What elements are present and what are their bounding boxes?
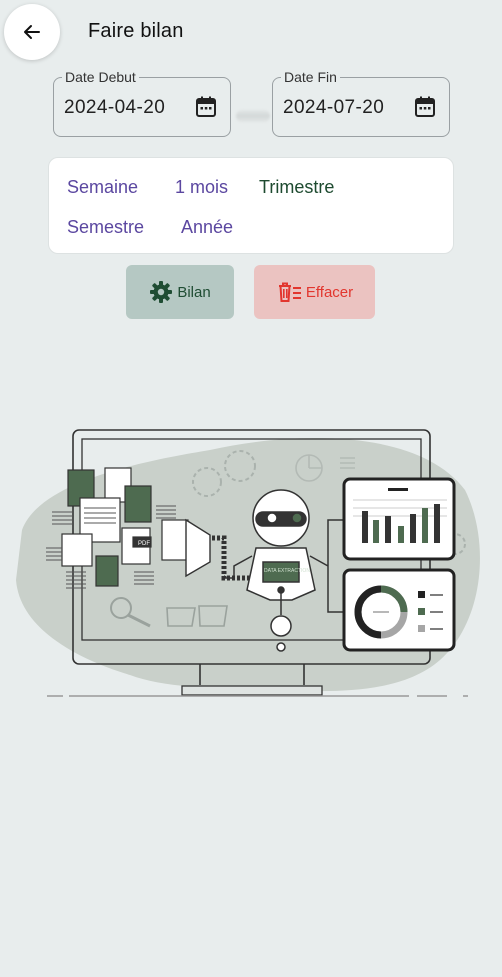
pdf-label: PDF: [138, 541, 150, 547]
gear-icon: [150, 281, 173, 303]
date-range-connector: [236, 110, 270, 122]
effacer-button[interactable]: Effacer: [254, 265, 375, 319]
bilan-button-label: Bilan: [177, 283, 211, 301]
date-start-field[interactable]: Date Debut 2024-04-20: [53, 69, 231, 137]
page-title: Faire bilan: [88, 20, 184, 42]
calendar-icon[interactable]: [194, 95, 218, 119]
period-option-1-mois[interactable]: 1 mois: [175, 177, 228, 198]
arrow-left-icon: [24, 25, 40, 39]
monitor-base: [181, 685, 323, 696]
period-option-semaine[interactable]: Semaine: [67, 177, 138, 198]
back-button[interactable]: [4, 4, 60, 60]
date-start-label: Date Debut: [62, 69, 139, 85]
period-option-trimestre[interactable]: Trimestre: [259, 177, 334, 198]
period-selector: Semaine 1 mois Trimestre Semestre Année: [48, 157, 454, 254]
calendar-icon[interactable]: [413, 95, 437, 119]
period-option-semestre[interactable]: Semestre: [67, 217, 144, 238]
effacer-button-label: Effacer: [305, 283, 354, 301]
date-start-value: 2024-04-20: [64, 97, 166, 118]
date-end-label: Date Fin: [281, 69, 340, 85]
donut-chart-panel: [342, 568, 456, 652]
bilan-button[interactable]: Bilan: [126, 265, 234, 319]
data-extraction-illustration: PDF DATA EXTRACTION: [16, 429, 480, 697]
date-end-field[interactable]: Date Fin 2024-07-20: [272, 69, 450, 137]
robot-label: DATA EXTRACTION: [264, 568, 310, 574]
date-end-value: 2024-07-20: [283, 97, 385, 118]
delete-icon: [278, 282, 301, 302]
period-option-annee[interactable]: Année: [181, 217, 233, 238]
bar-chart-panel: [342, 477, 456, 561]
